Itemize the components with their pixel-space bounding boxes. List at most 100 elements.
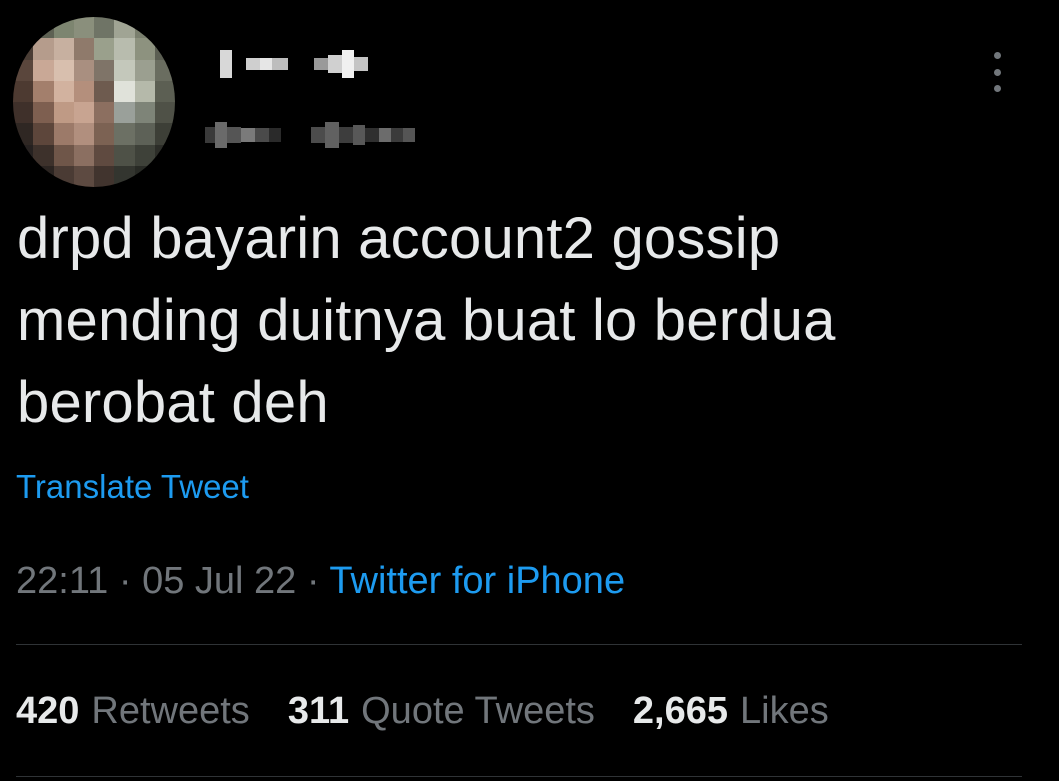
avatar-pixel (33, 59, 54, 81)
avatar-pixel (94, 38, 115, 60)
pixel-block (311, 127, 325, 143)
avatar-pixel (154, 80, 175, 102)
avatar-pixel (134, 123, 155, 145)
avatar-pixel (33, 123, 54, 145)
avatar-pixel (154, 144, 175, 166)
pixel-block (255, 128, 269, 142)
avatar-pixel (33, 102, 54, 124)
meta-separator: · (118, 560, 132, 602)
avatar-pixel (73, 123, 94, 145)
display-name-pixelated (220, 50, 368, 78)
avatar-pixel (114, 17, 135, 39)
more-options-icon[interactable] (985, 52, 1009, 92)
avatar-pixel (13, 102, 34, 124)
pixel-block (391, 128, 403, 142)
avatar-pixel (94, 144, 115, 166)
avatar-pixel (13, 59, 34, 81)
avatar-pixel (53, 165, 74, 187)
avatar-pixel (114, 144, 135, 166)
avatar-pixel (53, 123, 74, 145)
avatar-pixel (114, 165, 135, 187)
pixel-block (227, 127, 241, 143)
avatar-pixel (53, 80, 74, 102)
pixel-block (403, 128, 415, 142)
likes-label: Likes (740, 690, 829, 732)
avatar-pixel (94, 59, 115, 81)
avatar-pixel (134, 102, 155, 124)
avatar-pixel (13, 123, 34, 145)
author-name-pixelated[interactable] (205, 50, 505, 160)
avatar-pixel (134, 59, 155, 81)
avatar-pixel (154, 17, 175, 39)
retweets-label: Retweets (91, 690, 250, 732)
pixel-block (232, 58, 246, 70)
tweet-stats: 420 Retweets 311 Quote Tweets 2,665 Likes (16, 690, 829, 733)
tweet-date[interactable]: 05 Jul 22 (142, 560, 296, 602)
avatar-pixel (114, 59, 135, 81)
quote-tweets-stat[interactable]: 311 Quote Tweets (288, 690, 595, 733)
retweets-stat[interactable]: 420 Retweets (16, 690, 250, 733)
pixel-block (365, 128, 379, 142)
avatar-pixel (134, 38, 155, 60)
avatar-pixel (73, 144, 94, 166)
translate-tweet-link[interactable]: Translate Tweet (16, 468, 249, 506)
likes-stat[interactable]: 2,665 Likes (633, 690, 829, 733)
avatar-pixel (73, 165, 94, 187)
avatar-pixel (13, 165, 34, 187)
avatar-pixel (114, 80, 135, 102)
avatar-pixel (94, 102, 115, 124)
avatar-pixel (13, 80, 34, 102)
pixel-block (220, 50, 232, 78)
avatar-pixel (154, 38, 175, 60)
avatar-pixel (33, 80, 54, 102)
avatar-pixel (13, 38, 34, 60)
pixel-block (281, 128, 311, 142)
avatar-pixel (73, 102, 94, 124)
avatar-pixel (154, 59, 175, 81)
avatar-pixel (154, 102, 175, 124)
tweet-source-link[interactable]: Twitter for iPhone (329, 560, 625, 602)
avatar-pixel (73, 38, 94, 60)
avatar-pixel (94, 17, 115, 39)
avatar-pixel (114, 102, 135, 124)
meta-separator: · (306, 560, 320, 602)
avatar-pixel (94, 123, 115, 145)
more-dot (993, 85, 1001, 92)
avatar-pixel (13, 144, 34, 166)
retweets-count: 420 (16, 690, 80, 732)
tweet-time[interactable]: 22:11 (16, 560, 108, 602)
avatar-pixel (134, 144, 155, 166)
avatar-pixel (73, 59, 94, 81)
avatar-pixel (73, 80, 94, 102)
pixel-block (288, 58, 314, 70)
avatar-pixel (53, 102, 74, 124)
pixel-block (246, 58, 260, 70)
quote-tweets-label: Quote Tweets (361, 690, 595, 732)
pixel-block (269, 128, 281, 142)
pixel-block (325, 122, 339, 148)
avatar-pixel (33, 38, 54, 60)
quote-tweets-count: 311 (287, 690, 350, 732)
avatar-pixel (154, 123, 175, 145)
avatar-pixel (94, 165, 115, 187)
handle-pixelated (205, 122, 415, 148)
avatar-pixel (33, 17, 54, 39)
avatar-pixel (13, 17, 34, 39)
likes-count: 2,665 (632, 690, 728, 732)
avatar[interactable] (13, 17, 175, 187)
avatar-pixel (33, 165, 54, 187)
divider (16, 776, 1022, 777)
divider (16, 644, 1022, 645)
tweet-detail: drpd bayarin account2 gossip mending dui… (0, 0, 1059, 781)
tweet-text-line: drpd bayarin account2 gossip (17, 206, 781, 271)
pixel-block (353, 125, 365, 145)
tweet-text: drpd bayarin account2 gossip mending dui… (17, 198, 1017, 444)
avatar-pixel (53, 144, 74, 166)
more-dot (993, 52, 1001, 59)
avatar-pixel (114, 123, 135, 145)
avatar-pixel (94, 80, 115, 102)
more-dot (993, 68, 1001, 76)
avatar-pixel (134, 17, 155, 39)
pixel-block (342, 50, 354, 78)
avatar-pixel (134, 165, 155, 187)
